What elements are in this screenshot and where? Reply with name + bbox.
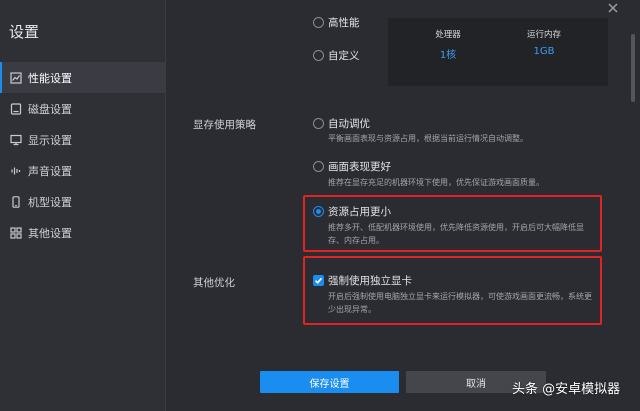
sidebar-item-display[interactable]: 显示设置: [0, 124, 166, 155]
radio-auto-tune[interactable]: [313, 118, 324, 129]
sidebar-item-label: 显示设置: [28, 133, 72, 147]
option-label-high-performance: 高性能: [328, 17, 360, 29]
cpu-spec: 处理器 1核: [408, 28, 488, 61]
checkbox-desc-force-dedicated-gpu: 开启后强制使用电脑独立显卡来运行模拟器，可使游戏画面更流畅，系统更少出现异常。: [328, 292, 592, 314]
ram-value[interactable]: 1GB: [504, 46, 584, 57]
check-icon: [315, 277, 323, 284]
sidebar-item-performance[interactable]: 性能设置: [0, 62, 166, 93]
memory-strategy-label: 显存使用策略: [193, 119, 256, 131]
monitor-icon: [10, 134, 22, 146]
radio-high-performance[interactable]: [313, 17, 324, 28]
settings-window: 设置 性能设置 磁盘设置 显示设置 声音设置 机型设置 其他设置 高性能 自定义…: [0, 0, 640, 411]
cpu-value[interactable]: 1核: [408, 46, 488, 61]
grid-icon: [10, 226, 22, 239]
sidebar-item-other[interactable]: 其他设置: [0, 217, 166, 248]
option-label-custom: 自定义: [328, 50, 360, 62]
option-desc-auto-tune: 平衡画面表现与资源占用，根据当前运行情况自动调整。: [328, 134, 528, 143]
disk-icon: [10, 102, 22, 115]
radio-better-quality[interactable]: [313, 161, 324, 172]
ram-spec: 运行内存 1GB: [504, 28, 584, 57]
settings-content: 高性能 自定义 处理器 1核 运行内存 1GB 显存使用策略 自动调优 平衡画面…: [167, 0, 629, 411]
sidebar-item-sound[interactable]: 声音设置: [0, 155, 166, 186]
vertical-scrollbar[interactable]: [630, 0, 636, 411]
window-title: 设置: [9, 23, 40, 41]
sidebar-item-label: 性能设置: [28, 71, 72, 85]
sidebar-nav: 性能设置 磁盘设置 显示设置 声音设置 机型设置 其他设置: [0, 62, 166, 248]
ram-label: 运行内存: [526, 30, 561, 40]
radio-custom[interactable]: [313, 50, 324, 61]
option-label-better-quality: 画面表现更好: [328, 161, 391, 173]
performance-chart-icon: [10, 71, 22, 84]
checkbox-label-force-dedicated-gpu: 强制使用独立显卡: [328, 275, 412, 287]
option-desc-less-resource: 推荐多开、低配机器环境使用，优先降低资源使用，开启后可大幅降低显存、内存占用。: [328, 223, 584, 245]
sound-wave-icon: [10, 165, 22, 177]
sidebar-item-label: 磁盘设置: [28, 102, 72, 116]
save-button[interactable]: 保存设置: [260, 371, 399, 393]
checkbox-force-dedicated-gpu[interactable]: [313, 275, 324, 286]
sidebar: 设置 性能设置 磁盘设置 显示设置 声音设置 机型设置 其他设置: [0, 0, 166, 411]
option-label-auto-tune: 自动调优: [328, 118, 370, 130]
other-optimization-label: 其他优化: [193, 277, 235, 289]
hardware-spec-panel: 处理器 1核 运行内存 1GB: [388, 18, 608, 86]
option-label-less-resource: 资源占用更小: [328, 206, 391, 218]
phone-icon: [10, 195, 22, 208]
sidebar-item-label: 机型设置: [28, 195, 72, 209]
radio-less-resource[interactable]: [313, 206, 324, 217]
sidebar-item-model[interactable]: 机型设置: [0, 186, 166, 217]
watermark: 头条 @安卓模拟器: [512, 382, 621, 397]
sidebar-item-label: 其他设置: [28, 226, 72, 240]
option-desc-better-quality: 推荐在显存充足的机器环境下使用，优先保证游戏画面质量。: [328, 178, 544, 187]
sidebar-item-disk[interactable]: 磁盘设置: [0, 93, 166, 124]
sidebar-item-label: 声音设置: [28, 164, 72, 178]
cpu-label: 处理器: [435, 30, 461, 40]
scrollbar-thumb[interactable]: [631, 34, 635, 102]
